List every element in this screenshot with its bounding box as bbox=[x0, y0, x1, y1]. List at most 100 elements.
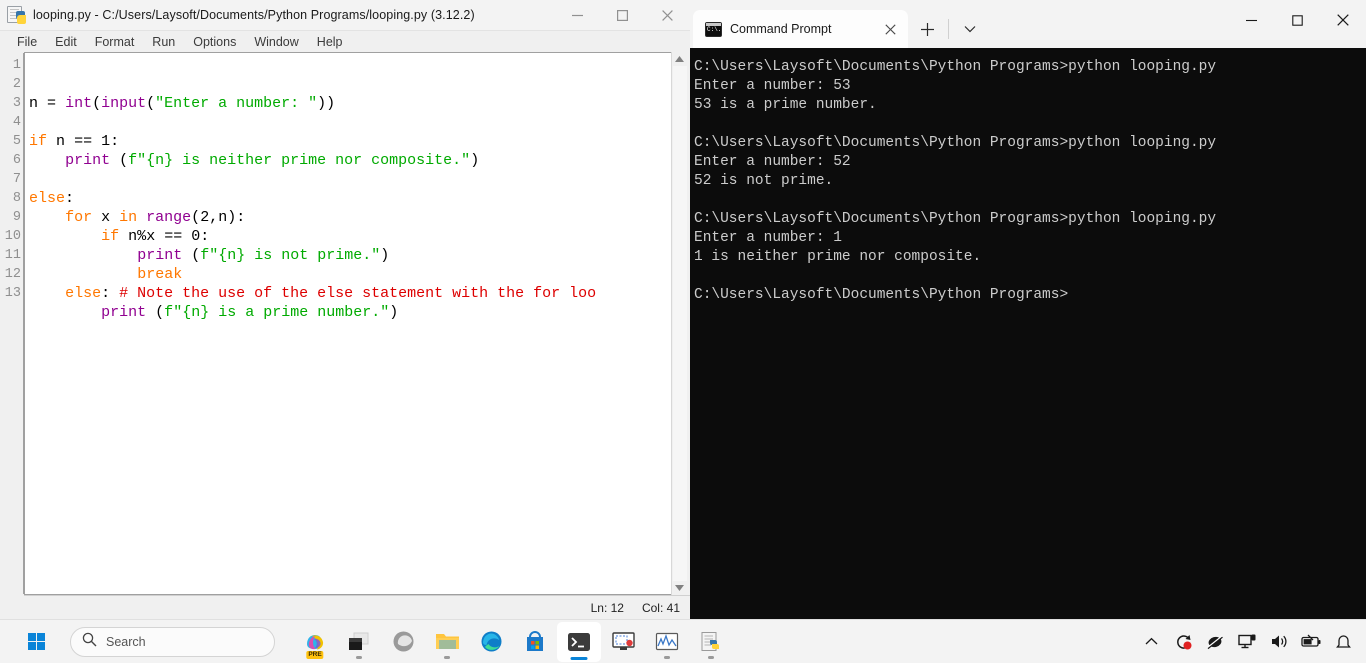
terminal-tab-title: Command Prompt bbox=[730, 22, 832, 36]
microsoft-store-icon[interactable] bbox=[513, 622, 557, 662]
terminal-line: C:\Users\Laysoft\Documents\Python Progra… bbox=[694, 287, 1069, 303]
status-line-indicator: Ln: 12 bbox=[590, 600, 624, 615]
line-number: 3 bbox=[12, 96, 21, 111]
terminal-tab-command-prompt[interactable]: Command Prompt bbox=[693, 10, 908, 48]
taskbar-apps[interactable]: Search PRE bbox=[14, 621, 733, 662]
task-view-icon[interactable] bbox=[337, 622, 381, 662]
new-tab-button[interactable] bbox=[908, 10, 946, 48]
terminal-tab-bar[interactable]: Command Prompt bbox=[690, 0, 1366, 48]
idle-window-controls[interactable] bbox=[555, 0, 690, 31]
idle-body: 1 2 3 4 5 6 7 8 9 10 11 12 13 n = int(input("Enter a… bbox=[0, 52, 690, 619]
code-line[interactable] bbox=[29, 113, 680, 132]
running-indicator bbox=[444, 655, 450, 659]
terminal-line: 1 is neither prime nor composite. bbox=[694, 249, 982, 265]
code-line[interactable]: print (f"{n} is not prime.") bbox=[29, 246, 680, 265]
scrollbar-track[interactable] bbox=[672, 66, 687, 581]
line-number: 11 bbox=[4, 248, 21, 263]
menu-item-format[interactable]: Format bbox=[86, 33, 144, 51]
code-line[interactable] bbox=[29, 170, 680, 189]
line-number: 12 bbox=[4, 267, 21, 282]
terminal-window-controls[interactable] bbox=[1228, 0, 1366, 40]
code-line[interactable]: if n == 1: bbox=[29, 132, 680, 151]
terminal-line: Enter a number: 52 bbox=[694, 154, 851, 170]
line-number: 6 bbox=[12, 153, 21, 168]
menu-item-window[interactable]: Window bbox=[245, 33, 307, 51]
menu-item-file[interactable]: File bbox=[8, 33, 46, 51]
mouse-disabled-icon[interactable] bbox=[1200, 625, 1230, 659]
command-prompt-icon bbox=[705, 21, 722, 37]
idle-menu-bar[interactable]: File Edit Format Run Options Window Help bbox=[0, 31, 690, 52]
idle-minimize-button[interactable] bbox=[555, 0, 600, 31]
volume-icon[interactable] bbox=[1264, 625, 1294, 659]
windows-logo-icon bbox=[27, 633, 45, 650]
browser-icon[interactable] bbox=[381, 622, 425, 662]
show-hidden-icons-chevron-icon[interactable] bbox=[1136, 625, 1166, 659]
scroll-up-arrow-icon[interactable] bbox=[673, 52, 687, 66]
copilot-pre-badge: PRE bbox=[306, 650, 324, 659]
code-line[interactable]: print (f"{n} is a prime number.") bbox=[29, 303, 680, 322]
tabbar-divider bbox=[948, 19, 949, 39]
menu-item-edit[interactable]: Edit bbox=[46, 33, 86, 51]
running-indicator bbox=[708, 655, 714, 659]
code-line[interactable] bbox=[29, 322, 680, 341]
start-button[interactable] bbox=[14, 622, 58, 662]
status-column-indicator: Col: 41 bbox=[641, 600, 680, 615]
terminal-tab-close-icon[interactable] bbox=[878, 17, 902, 41]
idle-maximize-button[interactable] bbox=[600, 0, 645, 31]
file-explorer-icon[interactable] bbox=[425, 622, 469, 662]
notifications-bell-icon[interactable] bbox=[1328, 625, 1358, 659]
code-line[interactable]: break bbox=[29, 265, 680, 284]
active-app-indicator bbox=[570, 656, 588, 660]
microsoft-edge-icon[interactable] bbox=[469, 622, 513, 662]
terminal-dropdown-chevron-down-icon[interactable] bbox=[951, 10, 989, 48]
line-number: 5 bbox=[12, 134, 21, 149]
code-line[interactable]: if n%x == 0: bbox=[29, 227, 680, 246]
terminal-close-button[interactable] bbox=[1320, 0, 1366, 40]
idle-title-bar[interactable]: looping.py - C:/Users/Laysoft/Documents/… bbox=[0, 0, 690, 31]
idle-status-bar: Ln: 12 Col: 41 bbox=[24, 595, 690, 619]
terminal-maximize-button[interactable] bbox=[1274, 0, 1320, 40]
menu-item-options[interactable]: Options bbox=[184, 33, 245, 51]
windows-update-icon[interactable] bbox=[1168, 625, 1198, 659]
menu-item-run[interactable]: Run bbox=[143, 33, 184, 51]
editor-vertical-scrollbar[interactable] bbox=[671, 52, 687, 595]
windows-taskbar[interactable]: Search PRE bbox=[0, 619, 1366, 663]
scroll-down-arrow-icon[interactable] bbox=[673, 581, 687, 595]
line-number-gutter: 1 2 3 4 5 6 7 8 9 10 11 12 13 bbox=[1, 53, 24, 594]
line-number: 8 bbox=[12, 191, 21, 206]
search-placeholder-text: Search bbox=[106, 634, 146, 649]
terminal-output[interactable]: C:\Users\Laysoft\Documents\Python Progra… bbox=[690, 48, 1366, 619]
battery-icon[interactable] bbox=[1296, 625, 1326, 659]
line-number: 10 bbox=[4, 229, 21, 244]
idle-close-button[interactable] bbox=[645, 0, 690, 31]
code-text-area[interactable]: n = int(input("Enter a number: ")) if n … bbox=[25, 53, 680, 594]
windows-terminal-icon[interactable] bbox=[557, 621, 601, 662]
terminal-minimize-button[interactable] bbox=[1228, 0, 1274, 40]
code-content[interactable]: n = int(input("Enter a number: ")) if n … bbox=[25, 91, 680, 341]
windows-terminal-window[interactable]: Command Prompt C:\Users\Laysoft\Document… bbox=[690, 0, 1366, 619]
terminal-line: Enter a number: 1 bbox=[694, 230, 842, 246]
network-icon[interactable] bbox=[1232, 625, 1262, 659]
idle-editor-window[interactable]: looping.py - C:/Users/Laysoft/Documents/… bbox=[0, 0, 690, 619]
system-tray[interactable] bbox=[1136, 625, 1358, 659]
performance-monitor-icon[interactable] bbox=[645, 622, 689, 662]
terminal-line: C:\Users\Laysoft\Documents\Python Progra… bbox=[694, 211, 1217, 227]
code-line[interactable]: for x in range(2,n): bbox=[29, 208, 680, 227]
idle-editor-frame[interactable]: 1 2 3 4 5 6 7 8 9 10 11 12 13 n = int(input("Enter a… bbox=[1, 52, 680, 595]
menu-item-help[interactable]: Help bbox=[308, 33, 352, 51]
code-line[interactable]: else: # Note the use of the else stateme… bbox=[29, 284, 680, 303]
terminal-line: C:\Users\Laysoft\Documents\Python Progra… bbox=[694, 135, 1217, 151]
screen-recorder-icon[interactable] bbox=[601, 622, 645, 662]
line-number: 9 bbox=[12, 210, 21, 225]
copilot-icon[interactable]: PRE bbox=[293, 622, 337, 662]
code-line[interactable]: else: bbox=[29, 189, 680, 208]
terminal-line: 53 is a prime number. bbox=[694, 97, 877, 113]
taskbar-search-box[interactable]: Search bbox=[70, 626, 275, 657]
idle-window-title: looping.py - C:/Users/Laysoft/Documents/… bbox=[33, 8, 475, 22]
code-line[interactable]: print (f"{n} is neither prime nor compos… bbox=[29, 151, 680, 170]
python-idle-icon[interactable] bbox=[689, 622, 733, 662]
running-indicator bbox=[664, 655, 670, 659]
code-line[interactable]: n = int(input("Enter a number: ")) bbox=[29, 94, 680, 113]
